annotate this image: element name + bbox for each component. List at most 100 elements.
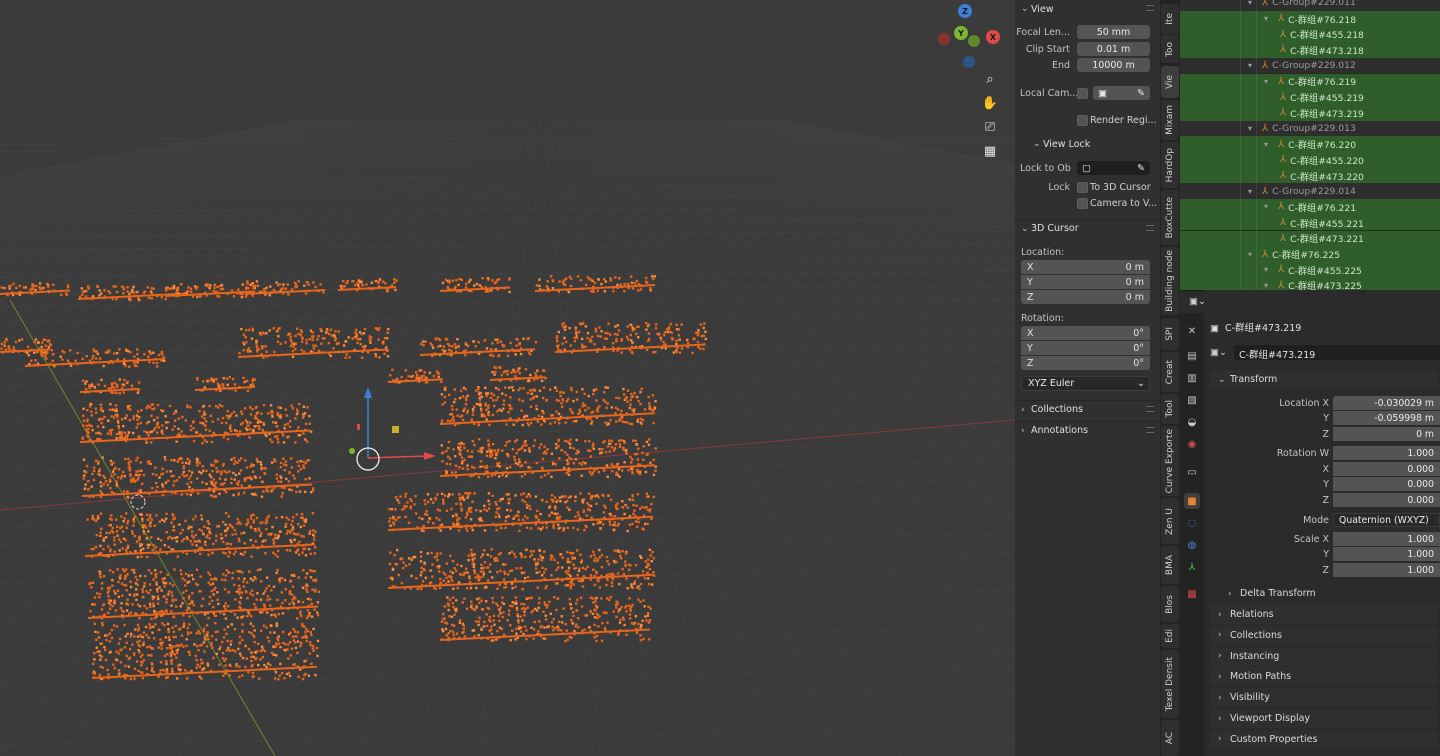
modifier-tab-icon[interactable]: ◌ [1184,515,1200,531]
disclosure-triangle-icon[interactable]: ▾ [1264,281,1274,290]
panel-header-collections[interactable]: › Collections [1210,625,1438,645]
gizmo-z-axis[interactable]: Z [958,4,972,18]
sidebar-tab-curve-exporte[interactable]: Curve Exporte [1161,426,1179,496]
gizmo-x-axis[interactable]: X [986,30,1000,44]
delta-transform-header[interactable]: › Delta Transform [1220,584,1438,603]
grid-icon[interactable]: ▦ [979,140,1001,162]
render-region-checkbox[interactable] [1077,115,1088,126]
selected-object-cluster[interactable] [84,512,317,559]
sidebar-tab-zen-u[interactable]: Zen U [1161,498,1179,544]
drag-handle-icon[interactable] [1146,225,1154,231]
rotation-mode-dropdown[interactable]: Quaternion (WXYZ) [1333,513,1440,527]
rotation-w-field[interactable]: 1.000 [1333,446,1440,460]
clip-end-field[interactable]: 10000 m [1077,58,1150,72]
navigation-gizmo[interactable]: Z Y X [930,2,1010,74]
selected-object-cluster[interactable] [419,337,538,358]
render-tab-icon[interactable]: ▤ [1184,348,1200,364]
outliner-group-row[interactable]: ▾ ⅄ C-Group#229.014 [1180,183,1440,200]
sidebar-tab-hardop[interactable]: HardOp [1161,142,1179,188]
cursor-rotation-x[interactable]: X 0° [1021,326,1150,340]
sidebar-tab-edi[interactable]: Edi [1161,624,1179,648]
outliner-object-row[interactable]: ▾ ⅄ C-群组#473.225 [1180,277,1440,290]
sidebar-tab-mixam[interactable]: Mixam [1161,100,1179,140]
scale-z-field[interactable]: 1.000 [1333,563,1440,577]
outliner-object-row[interactable]: ⅄ C-群组#455.218 [1180,26,1440,43]
gizmo-z-arrow-head[interactable] [364,387,372,398]
gizmo-y-handle[interactable] [349,448,355,454]
lock-to-object-field[interactable]: ▢ ✎ [1077,161,1150,175]
selected-object-cluster[interactable] [337,278,398,293]
disclosure-triangle-icon[interactable]: ▾ [1264,265,1274,274]
selected-object-cluster[interactable] [387,548,656,591]
sidebar-tab-creat[interactable]: Creat [1161,352,1179,392]
drag-handle-icon[interactable] [1146,427,1154,433]
selected-object-cluster[interactable] [79,402,313,445]
annotations-panel-header[interactable]: › Annotations [1015,421,1160,439]
gizmo-x-arrow-head[interactable] [424,452,436,460]
disclosure-triangle-icon[interactable]: ▾ [1264,140,1274,149]
gizmo-plane-handle[interactable] [392,426,399,433]
outliner-group-row[interactable]: ▾ ⅄ C-Group#229.013 [1180,120,1440,137]
cursor-location-x[interactable]: X0 m [1021,260,1150,274]
gizmo-y-axis[interactable]: Y [954,26,968,40]
sidebar-tab-building-node[interactable]: Building node [1161,247,1179,315]
outliner-object-row[interactable]: ▾ ⅄ C-群组#76.221 [1180,199,1440,215]
rotation-mode-dropdown[interactable]: XYZ Euler ⌄ [1021,376,1150,391]
scene-tab-icon[interactable]: ◒ [1184,414,1200,430]
output-tab-icon[interactable]: ▥ [1184,370,1200,386]
camera-icon[interactable]: ⎚ [979,116,1001,138]
sidebar-tab-tool[interactable]: Tool [1161,394,1179,424]
outliner-object-row[interactable]: ▾ ⅄ C-群组#76.220 [1180,136,1440,152]
selected-object-cluster[interactable] [439,596,652,643]
collection-tab-icon[interactable]: ▭ [1184,464,1200,480]
selected-object-cluster[interactable] [387,368,444,384]
sidebar-tab-too[interactable]: Too [1161,35,1179,63]
outliner-object-row[interactable]: ⅄ C-群组#455.220 [1180,152,1440,168]
outliner-object-row[interactable]: ▾ ⅄ C-群组#455.225 [1180,261,1440,278]
gizmo-plane-handle[interactable] [357,424,360,430]
sidebar-tab-blos[interactable]: Blos [1161,586,1179,622]
cursor-rotation-y[interactable]: Y 0° [1021,341,1150,355]
selected-object-cluster[interactable] [91,622,320,681]
selected-object-cluster[interactable] [79,378,141,395]
outliner-object-row[interactable]: ▾ ⅄ C-群组#76.225 [1180,246,1440,262]
selected-object-cluster[interactable] [439,386,657,427]
selected-object-cluster[interactable] [439,277,511,294]
rotation-y-field[interactable]: 0.000 [1333,477,1440,491]
view-layer-tab-icon[interactable]: ▧ [1184,392,1200,408]
location-z-field[interactable]: 0 m [1333,427,1440,441]
selected-object-cluster[interactable] [554,322,707,355]
object-tab-icon[interactable]: ■ [1184,493,1200,509]
panel-header-visibility[interactable]: › Visibility [1210,688,1438,708]
gizmo-x-arrow[interactable] [367,455,428,459]
object-name-field[interactable]: C-群组#473.219 [1234,345,1440,361]
object-type-dropdown[interactable]: ▣⌄ [1210,347,1227,358]
selected-object-cluster[interactable] [77,285,189,302]
drag-handle-icon[interactable] [1146,5,1154,11]
panel-header-motion-paths[interactable]: › Motion Paths [1210,667,1438,687]
cursor-location-y[interactable]: Y0 m [1021,275,1150,289]
outliner-object-row[interactable]: ⅄ C-群组#455.221 [1180,214,1440,231]
collections-panel-header[interactable]: › Collections [1015,400,1160,418]
camera-to-view-checkbox[interactable] [1077,198,1088,209]
physics-tab-icon[interactable]: ◍ [1184,537,1200,553]
gizmo-neg-z[interactable] [963,56,975,68]
outliner-object-row[interactable]: ⅄ C-群组#473.221 [1180,230,1440,247]
location-x-field[interactable]: -0.030029 m [1333,396,1440,410]
scale-x-field[interactable]: 1.000 [1333,532,1440,546]
sidebar-tab-bma[interactable]: BMA [1161,546,1179,584]
panel-header-instancing[interactable]: › Instancing [1210,646,1438,666]
data-tab-icon[interactable]: ⅄ [1184,559,1200,575]
outliner-object-row[interactable]: ▾ ⅄ C-群组#76.218 [1180,10,1440,27]
world-tab-icon[interactable]: ◉ [1184,436,1200,452]
texture-tab-icon[interactable]: ▩ [1184,586,1200,602]
zoom-icon[interactable]: ⌕ [979,68,1001,90]
clip-start-field[interactable]: 0.01 m [1077,42,1150,56]
sidebar-tab-vie[interactable]: Vie [1161,66,1179,98]
cursor-location-z[interactable]: Z0 m [1021,290,1150,304]
selected-object-cluster[interactable] [244,280,326,297]
view-lock-header[interactable]: ⌄ View Lock [1027,135,1155,153]
outliner-object-row[interactable]: ⅄ C-群组#473.219 [1180,104,1440,121]
view-panel-header[interactable]: ⌄ View [1015,0,1160,18]
sidebar-tab-boxcutte[interactable]: BoxCutte [1161,190,1179,245]
